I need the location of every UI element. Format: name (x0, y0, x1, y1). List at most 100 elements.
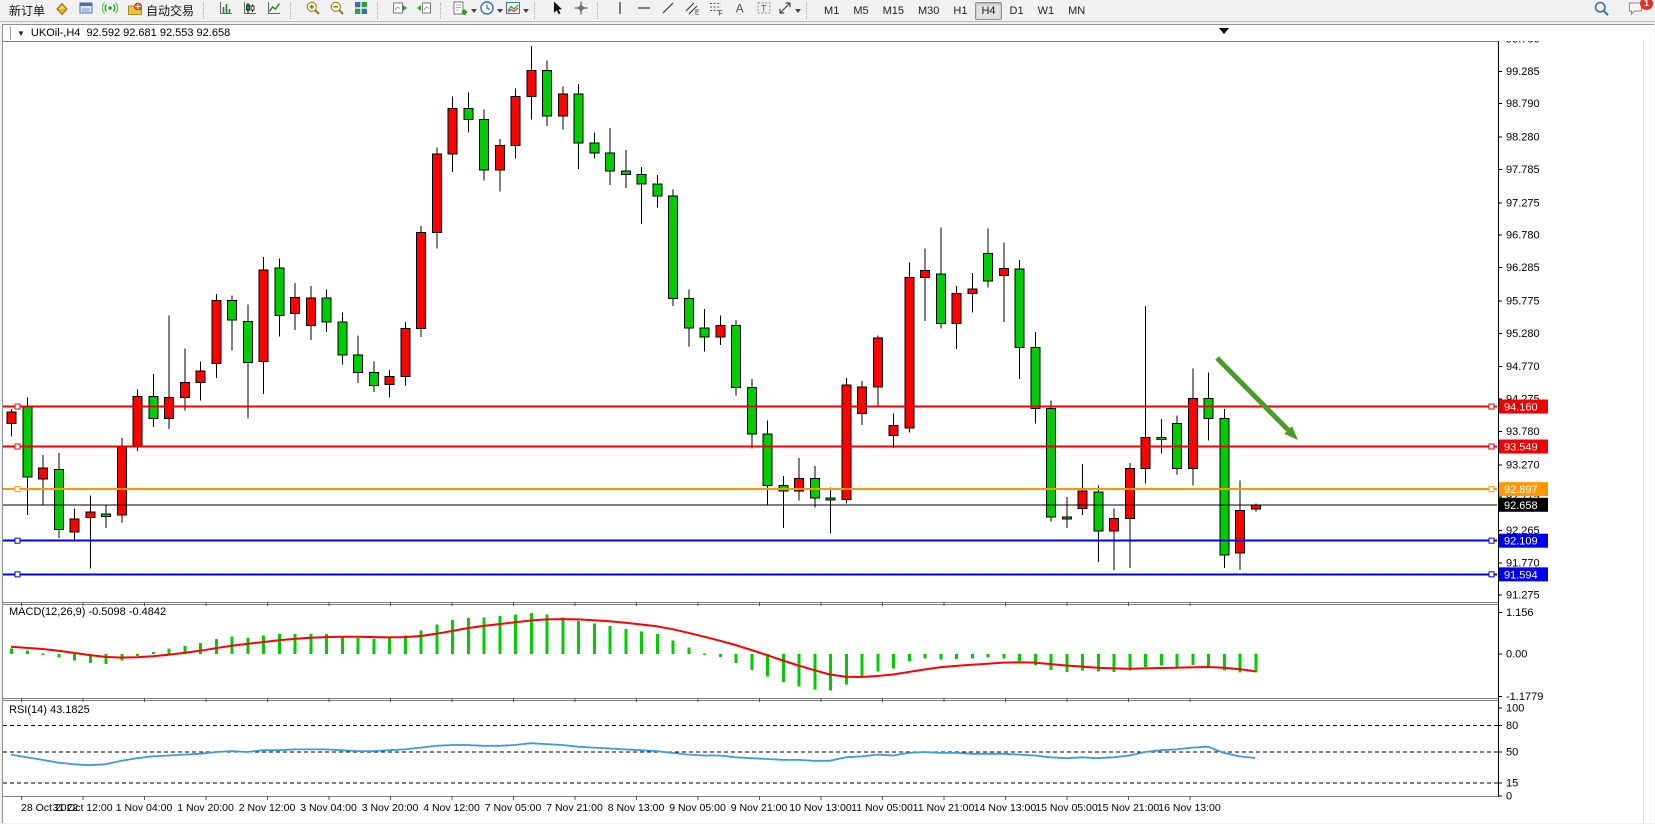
templates-button[interactable] (504, 0, 530, 22)
timeframe-mn[interactable]: MN (1062, 2, 1091, 20)
text-button[interactable]: A (728, 0, 752, 22)
date-axis-tick: 15 Nov 21:00 (1097, 802, 1160, 814)
date-axis-tick: 3 Nov 20:00 (362, 802, 419, 814)
price-label-91.594: 91.594 (1504, 569, 1538, 581)
dropdown-caret-icon (795, 9, 801, 13)
line-handle[interactable] (15, 404, 20, 409)
line-handle[interactable] (15, 487, 20, 492)
macd-bar (57, 654, 60, 658)
chart-title-strip: ▼ UKOil-,H4 92.592 92.681 92.553 92.658 (3, 25, 1654, 41)
zoom-in-button[interactable] (301, 0, 325, 22)
notifications-button[interactable]: 1 (1623, 0, 1647, 22)
bar-chart-button[interactable] (214, 0, 238, 22)
candle (1141, 437, 1150, 468)
price-axis-tick: 95.280 (1506, 328, 1540, 340)
candle (354, 355, 363, 373)
text-label-icon: T (756, 0, 772, 21)
line-handle[interactable] (1489, 538, 1494, 543)
toolbar-separator (440, 3, 448, 19)
gold-badge-button[interactable] (50, 0, 74, 22)
candle (243, 322, 252, 363)
date-axis-tick: 15 Nov 05:00 (1035, 802, 1098, 814)
toolbar-separator (806, 3, 814, 19)
line-chart-button[interactable] (262, 0, 286, 22)
candle (732, 325, 741, 387)
date-axis-tick: 2 Nov 12:00 (239, 802, 296, 814)
autotrading-button[interactable]: 自动交易 (122, 0, 199, 22)
timeframe-m1[interactable]: M1 (818, 2, 845, 20)
horizontal-line-button[interactable] (632, 0, 656, 22)
timeframe-m30[interactable]: M30 (912, 2, 945, 20)
line-handle[interactable] (1489, 572, 1494, 577)
zoom-in-icon (305, 0, 321, 21)
vertical-line-button[interactable] (608, 0, 632, 22)
crosshair-button[interactable] (569, 0, 593, 22)
date-axis-tick: 10 Nov 13:00 (789, 802, 852, 814)
trendline-button[interactable] (656, 0, 680, 22)
text-label-button[interactable]: T (752, 0, 776, 22)
macd-bar (1065, 654, 1068, 672)
horizontal-line-icon (636, 0, 652, 21)
macd-bar (451, 620, 454, 654)
candle (369, 373, 378, 386)
autotrading-label: 自动交易 (146, 2, 194, 19)
line-handle[interactable] (1489, 487, 1494, 492)
periods-button[interactable] (478, 0, 504, 22)
rsi-axis-tick: 80 (1506, 720, 1518, 732)
macd-bar (1207, 654, 1210, 666)
line-handle[interactable] (1489, 404, 1494, 409)
equidistant-channel-button[interactable]: E (680, 0, 704, 22)
candle (921, 271, 930, 278)
fibonacci-button[interactable]: F (704, 0, 728, 22)
timeframe-h4[interactable]: H4 (975, 2, 1001, 20)
line-handle[interactable] (15, 444, 20, 449)
search-button[interactable] (1589, 0, 1613, 22)
signal-button[interactable] (98, 0, 122, 22)
timeframe-d1[interactable]: D1 (1004, 2, 1030, 20)
dropdown-caret-icon (471, 9, 477, 13)
timeframe-h1[interactable]: H1 (947, 2, 973, 20)
candlestick-chart-button[interactable] (238, 0, 262, 22)
new-chart-button[interactable] (451, 0, 478, 22)
macd-bar (1160, 654, 1163, 666)
macd-bar (955, 654, 958, 659)
timeframe-w1[interactable]: W1 (1032, 2, 1061, 20)
timeframe-m5[interactable]: M5 (847, 2, 874, 20)
line-handle[interactable] (1489, 444, 1494, 449)
macd-bar (136, 654, 139, 656)
symbol-info-box[interactable]: ▼ UKOil-,H4 92.592 92.681 92.553 92.658 (10, 26, 238, 40)
candle (590, 143, 599, 153)
macd-bar (278, 634, 281, 654)
candle (558, 94, 567, 116)
price-label-92.658: 92.658 (1504, 500, 1538, 512)
macd-bar (593, 623, 596, 654)
zoom-out-button[interactable] (325, 0, 349, 22)
macd-bar (861, 654, 864, 677)
line-handle[interactable] (15, 572, 20, 577)
svg-text:A: A (736, 2, 744, 16)
templates-icon (505, 0, 521, 21)
candle (86, 512, 95, 518)
data-window-button[interactable] (74, 0, 98, 22)
chart-shift-marker-icon[interactable] (1219, 28, 1229, 34)
date-axis-tick: 1 Nov 20:00 (177, 802, 234, 814)
new-order-button[interactable]: 新订单 (4, 0, 50, 22)
tile-windows-button[interactable] (349, 0, 373, 22)
symbol-dropdown-icon[interactable]: ▼ (17, 29, 25, 38)
price-label-92.897: 92.897 (1504, 484, 1538, 496)
macd-bar (908, 654, 911, 661)
date-axis-tick: 7 Nov 21:00 (546, 802, 603, 814)
candle (999, 269, 1008, 276)
auto-scroll-button[interactable] (388, 0, 412, 22)
macd-bar (73, 654, 76, 660)
macd-bar (971, 654, 974, 658)
macd-bar (530, 613, 533, 654)
line-handle[interactable] (15, 538, 20, 543)
macd-bar (262, 635, 265, 654)
chart-shift-button[interactable] (412, 0, 436, 22)
cursor-button[interactable] (545, 0, 569, 22)
toolbar-separator (203, 3, 211, 19)
macd-bar (1191, 654, 1194, 665)
timeframe-m15[interactable]: M15 (877, 2, 910, 20)
arrows-button[interactable] (776, 0, 802, 22)
